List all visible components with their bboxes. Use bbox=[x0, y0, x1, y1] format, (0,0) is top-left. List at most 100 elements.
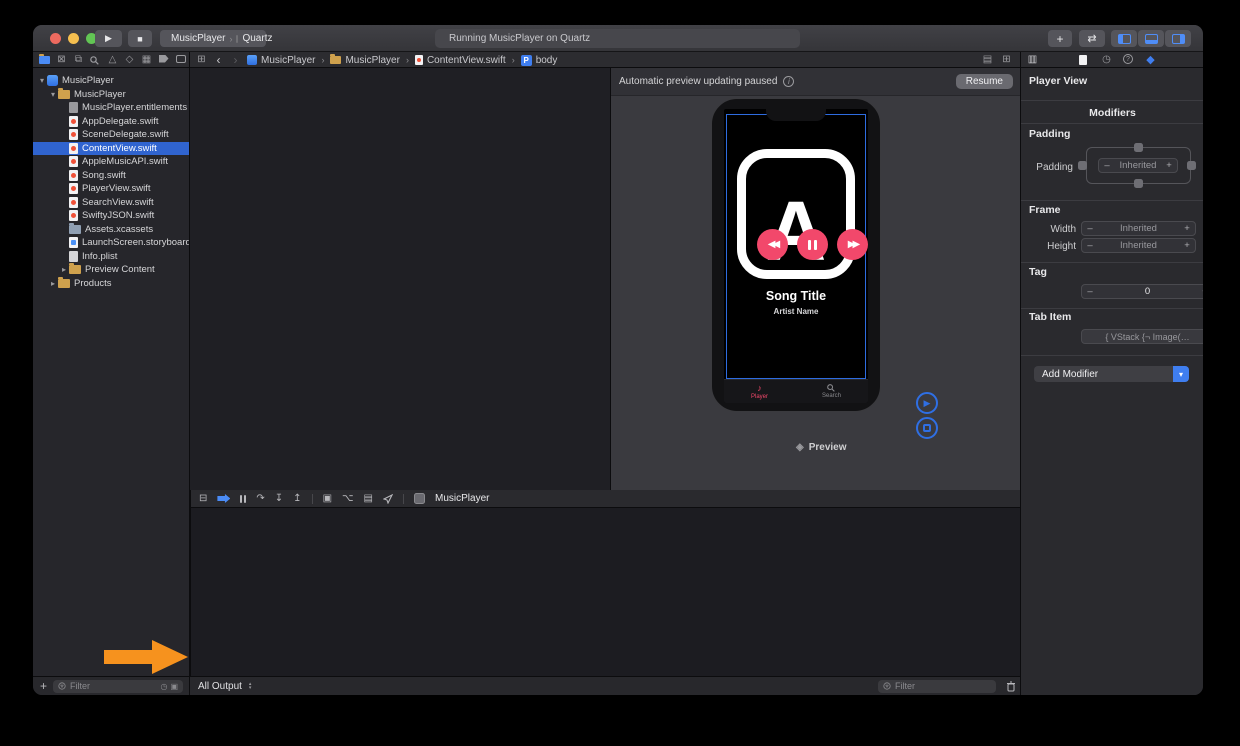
disclosure-arrow-icon[interactable]: ▾ bbox=[37, 76, 47, 85]
disclosure-arrow-icon[interactable]: ▸ bbox=[48, 279, 58, 288]
history-inspector-icon[interactable]: ◷ bbox=[1101, 55, 1112, 65]
stop-button[interactable]: ■ bbox=[128, 30, 152, 47]
file-row[interactable]: SceneDelegate.swift bbox=[33, 128, 189, 142]
file-row[interactable]: LaunchScreen.storyboard bbox=[33, 236, 189, 250]
padding-stepper[interactable]: – Inherited + bbox=[1098, 158, 1178, 173]
step-out-icon[interactable]: ↥ bbox=[293, 494, 301, 504]
editor-options-icon[interactable]: ▤ bbox=[982, 55, 993, 65]
editor-layout-icon[interactable]: ▥ bbox=[1027, 55, 1038, 65]
navigator-filter-field[interactable]: Filter ◷▣ bbox=[53, 680, 183, 693]
step-over-icon[interactable]: ↷ bbox=[256, 494, 264, 504]
tag-stepper[interactable]: – 0 + bbox=[1081, 284, 1203, 299]
project-navigator-icon[interactable] bbox=[39, 56, 50, 64]
recent-files-icon[interactable]: ◷ bbox=[160, 682, 167, 691]
console-filter-field[interactable]: Filter bbox=[878, 680, 996, 693]
tab-player[interactable]: ♪Player bbox=[751, 384, 768, 400]
toggle-inspector-button[interactable] bbox=[1165, 30, 1191, 47]
tab-search[interactable]: Search bbox=[822, 384, 841, 399]
file-row[interactable]: ▾MusicPlayer bbox=[33, 74, 189, 88]
file-row[interactable]: SwiftyJSON.swift bbox=[33, 209, 189, 223]
scheme-selector[interactable]: MusicPlayer › Quartz bbox=[160, 30, 266, 47]
back-icon[interactable]: ‹ bbox=[213, 54, 224, 66]
toggle-navigator-button[interactable] bbox=[1111, 30, 1137, 47]
breakpoints-toggle-icon[interactable] bbox=[217, 494, 230, 503]
breadcrumb-project[interactable]: MusicPlayer bbox=[247, 55, 315, 66]
height-stepper[interactable]: – Inherited + bbox=[1081, 238, 1196, 253]
disclosure-arrow-icon[interactable]: ▾ bbox=[48, 90, 58, 99]
stepper-minus[interactable]: – bbox=[1099, 160, 1115, 171]
pause-button[interactable] bbox=[797, 229, 828, 260]
stepper-plus[interactable]: + bbox=[1161, 160, 1177, 171]
related-items-icon[interactable]: ⊞ bbox=[196, 55, 207, 65]
attributes-inspector-icon[interactable]: ◆ bbox=[1145, 55, 1156, 66]
environment-overrides-icon[interactable]: ▤ bbox=[364, 494, 373, 504]
symbol-navigator-icon[interactable]: ⧉ bbox=[73, 55, 84, 65]
rewind-button[interactable]: ◀◀ bbox=[757, 229, 788, 260]
editor-swap-button[interactable]: ⇄ bbox=[1079, 30, 1105, 47]
view-hierarchy-icon[interactable]: ▣ bbox=[323, 494, 332, 504]
stepper-minus[interactable]: – bbox=[1082, 223, 1098, 234]
console-scope-select[interactable]: All Output bbox=[198, 681, 242, 692]
console-log[interactable] bbox=[191, 508, 1021, 676]
padding-right-handle[interactable] bbox=[1187, 161, 1196, 170]
preview-on-device-button[interactable] bbox=[916, 417, 938, 439]
stepper-plus[interactable]: + bbox=[1197, 286, 1203, 297]
file-row[interactable]: PlayerView.swift bbox=[33, 182, 189, 196]
file-inspector-icon[interactable] bbox=[1079, 55, 1087, 65]
clear-console-button[interactable] bbox=[1006, 681, 1016, 692]
simulate-location-icon[interactable] bbox=[383, 494, 393, 504]
padding-bottom-handle[interactable] bbox=[1134, 179, 1143, 188]
file-row[interactable]: ▾MusicPlayer bbox=[33, 88, 189, 102]
library-button[interactable]: + bbox=[1048, 30, 1072, 47]
close-window-button[interactable] bbox=[50, 33, 61, 44]
issue-navigator-icon[interactable]: △ bbox=[107, 55, 118, 65]
step-into-icon[interactable]: ↧ bbox=[275, 494, 283, 504]
code-editor[interactable] bbox=[190, 68, 610, 490]
pause-execution-icon[interactable] bbox=[240, 495, 246, 503]
find-navigator-icon[interactable] bbox=[90, 56, 101, 65]
report-navigator-icon[interactable] bbox=[175, 55, 186, 66]
memory-graph-icon[interactable]: ⌥ bbox=[342, 494, 354, 504]
hide-debug-area-icon[interactable]: ⊟ bbox=[199, 494, 207, 504]
add-editor-icon[interactable]: ⊞ bbox=[1001, 55, 1012, 65]
file-row[interactable]: AppDelegate.swift bbox=[33, 115, 189, 129]
info-icon[interactable]: i bbox=[783, 76, 794, 87]
running-app-label[interactable]: MusicPlayer bbox=[435, 493, 489, 504]
run-button[interactable]: ▶ bbox=[95, 30, 122, 47]
live-preview-button[interactable]: ▶ bbox=[916, 392, 938, 414]
breadcrumb-symbol[interactable]: Pbody bbox=[521, 55, 558, 66]
disclosure-arrow-icon[interactable]: ▸ bbox=[59, 265, 69, 274]
fast-forward-button[interactable]: ▶▶ bbox=[837, 229, 868, 260]
stepper-plus[interactable]: + bbox=[1179, 223, 1195, 234]
file-row[interactable]: MusicPlayer.entitlements bbox=[33, 101, 189, 115]
scm-status-filter-icon[interactable]: ▣ bbox=[170, 682, 178, 691]
file-row[interactable]: Assets.xcassets bbox=[33, 223, 189, 237]
iphone-preview-device[interactable]: A Song Title Artist Name ◀◀ ▶▶ ♪Player S… bbox=[711, 98, 881, 412]
resume-button[interactable]: Resume bbox=[956, 74, 1013, 89]
file-row[interactable]: ▸Products bbox=[33, 277, 189, 291]
add-file-button[interactable]: + bbox=[40, 679, 47, 693]
width-stepper[interactable]: – Inherited + bbox=[1081, 221, 1196, 236]
stepper-plus[interactable]: + bbox=[1179, 240, 1195, 251]
padding-top-handle[interactable] bbox=[1134, 143, 1143, 152]
stepper-minus[interactable]: – bbox=[1082, 286, 1098, 297]
tab-item-value-button[interactable]: { VStack {¬ Image(… bbox=[1081, 329, 1203, 344]
forward-icon[interactable]: › bbox=[230, 54, 241, 66]
file-row[interactable]: ContentView.swift bbox=[33, 142, 189, 156]
padding-left-handle[interactable] bbox=[1078, 161, 1087, 170]
stepper-minus[interactable]: – bbox=[1082, 240, 1098, 251]
minimize-window-button[interactable] bbox=[68, 33, 79, 44]
file-row[interactable]: SearchView.swift bbox=[33, 196, 189, 210]
test-navigator-icon[interactable]: ◇ bbox=[124, 55, 135, 65]
debug-navigator-icon[interactable]: ▦ bbox=[141, 55, 152, 65]
breakpoint-navigator-icon[interactable] bbox=[158, 55, 169, 66]
breadcrumb-file[interactable]: ContentView.swift bbox=[415, 55, 506, 66]
toggle-debug-area-button[interactable] bbox=[1138, 30, 1164, 47]
file-row[interactable]: Info.plist bbox=[33, 250, 189, 264]
quick-help-inspector-icon[interactable]: ? bbox=[1123, 54, 1133, 64]
file-row[interactable]: AppleMusicAPI.swift bbox=[33, 155, 189, 169]
file-row[interactable]: Song.swift bbox=[33, 169, 189, 183]
add-modifier-dropdown[interactable]: Add Modifier ▾ bbox=[1034, 366, 1189, 382]
breadcrumb-group[interactable]: MusicPlayer bbox=[330, 55, 399, 66]
file-row[interactable]: ▸Preview Content bbox=[33, 263, 189, 277]
